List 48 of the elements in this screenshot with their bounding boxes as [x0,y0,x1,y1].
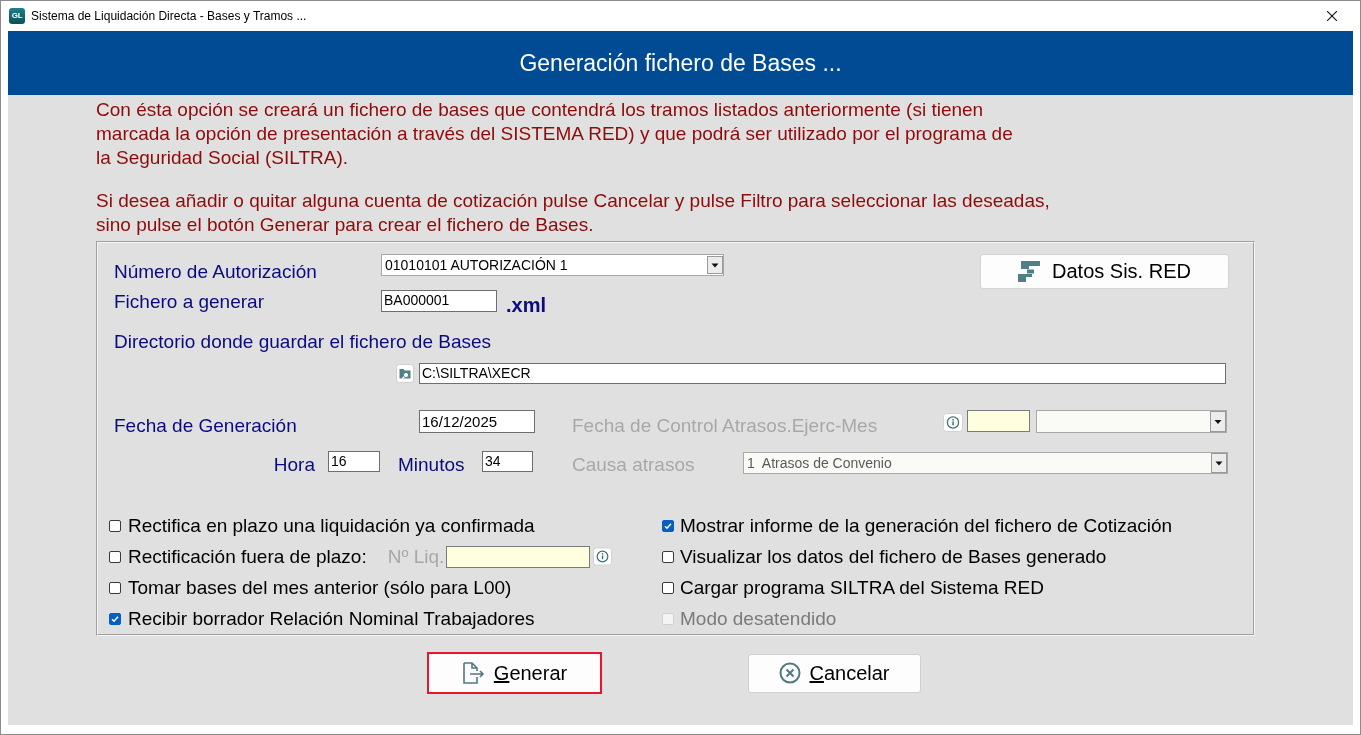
info-icon[interactable] [943,413,963,432]
info-icon[interactable] [593,547,613,566]
checkbox[interactable] [109,612,121,625]
field-label: Causa atrasos [572,454,696,476]
field-label: Fecha de Generación [114,415,298,437]
minutes-field[interactable]: 34 [482,451,533,472]
intro-text: Si desea añadir o quitar alguna cuenta de cotización pulse Cancelar y pulse Filtro para seleccionar las deseadas, sino pulse el botón Generar para crear el fichero de Bases. [96,189,1050,237]
option-label: Tomar bases del mes anterior (sólo para L00) [128,576,512,599]
generate-button[interactable]: Generar [427,652,602,694]
cancel-button[interactable]: Cancelar [748,653,921,693]
option-label: Mostrar informe de la generación del fichero de Cotización [680,514,1173,537]
field-label: Fecha de Control Atrasos.Ejerc-Mes [572,415,879,437]
folder-search-icon[interactable] [396,364,414,383]
option-label: Modo desatendido [680,607,837,630]
stacked-bars-icon [1018,261,1041,282]
option-label: Visualizar los datos del fichero de Bases generado [680,545,1107,568]
option-label: Cargar programa SILTRA del Sistema RED [680,576,1044,599]
checkbox[interactable] [109,550,121,563]
checkbox[interactable] [109,519,121,532]
directory-field[interactable]: C:\SILTRA\XECR [419,363,1226,384]
checkbox[interactable] [662,519,674,532]
document-arrow-icon [461,662,486,684]
system-data-button[interactable]: Datos Sis. RED [980,254,1229,289]
field-label: Nº Liq. [387,545,445,568]
option-label: Recibir borrador Relación Nominal Trabajadores [128,607,535,630]
field-label: Directorio donde guardar el fichero de Bases [114,331,492,353]
checkbox[interactable] [662,550,674,563]
authorization-dropdown[interactable]: 01010101 AUTORIZACIÓN 1 [381,254,724,276]
liquidation-number-field[interactable] [446,545,591,568]
file-extension: .xml [506,292,547,317]
header-title: Generación fichero de Bases ... [519,49,842,77]
file-name-field[interactable]: BA000001 [381,290,497,312]
field-label: Fichero a generar [114,291,265,313]
field-label: Número de Autorización [114,260,318,283]
date-field[interactable]: 16/12/2025 [419,410,535,433]
checkbox[interactable] [662,581,674,594]
year-month-field[interactable] [967,410,1030,432]
field-label: Hora [272,454,316,476]
window-title: Sistema de Liquidación Directa - Bases y Tramos ... [31,9,307,23]
checkbox[interactable] [109,581,121,594]
option-label: Rectifica en plazo una liquidación ya confirmada [128,514,535,537]
intro-text: Con ésta opción se creará un fichero de bases que contendrá los tramos listados anteriormente (si tienen marcada la opción de presentación a través del SISTEMA RED) y que podrá ser utilizado por el programa de la Seguridad Social (SILTRA). [96,98,1013,170]
option-label: Rectificación fuera de plazo: [128,545,367,568]
close-icon [1327,11,1337,21]
app-logo: GL [9,8,25,24]
field-label: Minutos [398,454,466,476]
hour-field[interactable]: 16 [328,451,380,472]
circled-x-icon [779,662,802,684]
